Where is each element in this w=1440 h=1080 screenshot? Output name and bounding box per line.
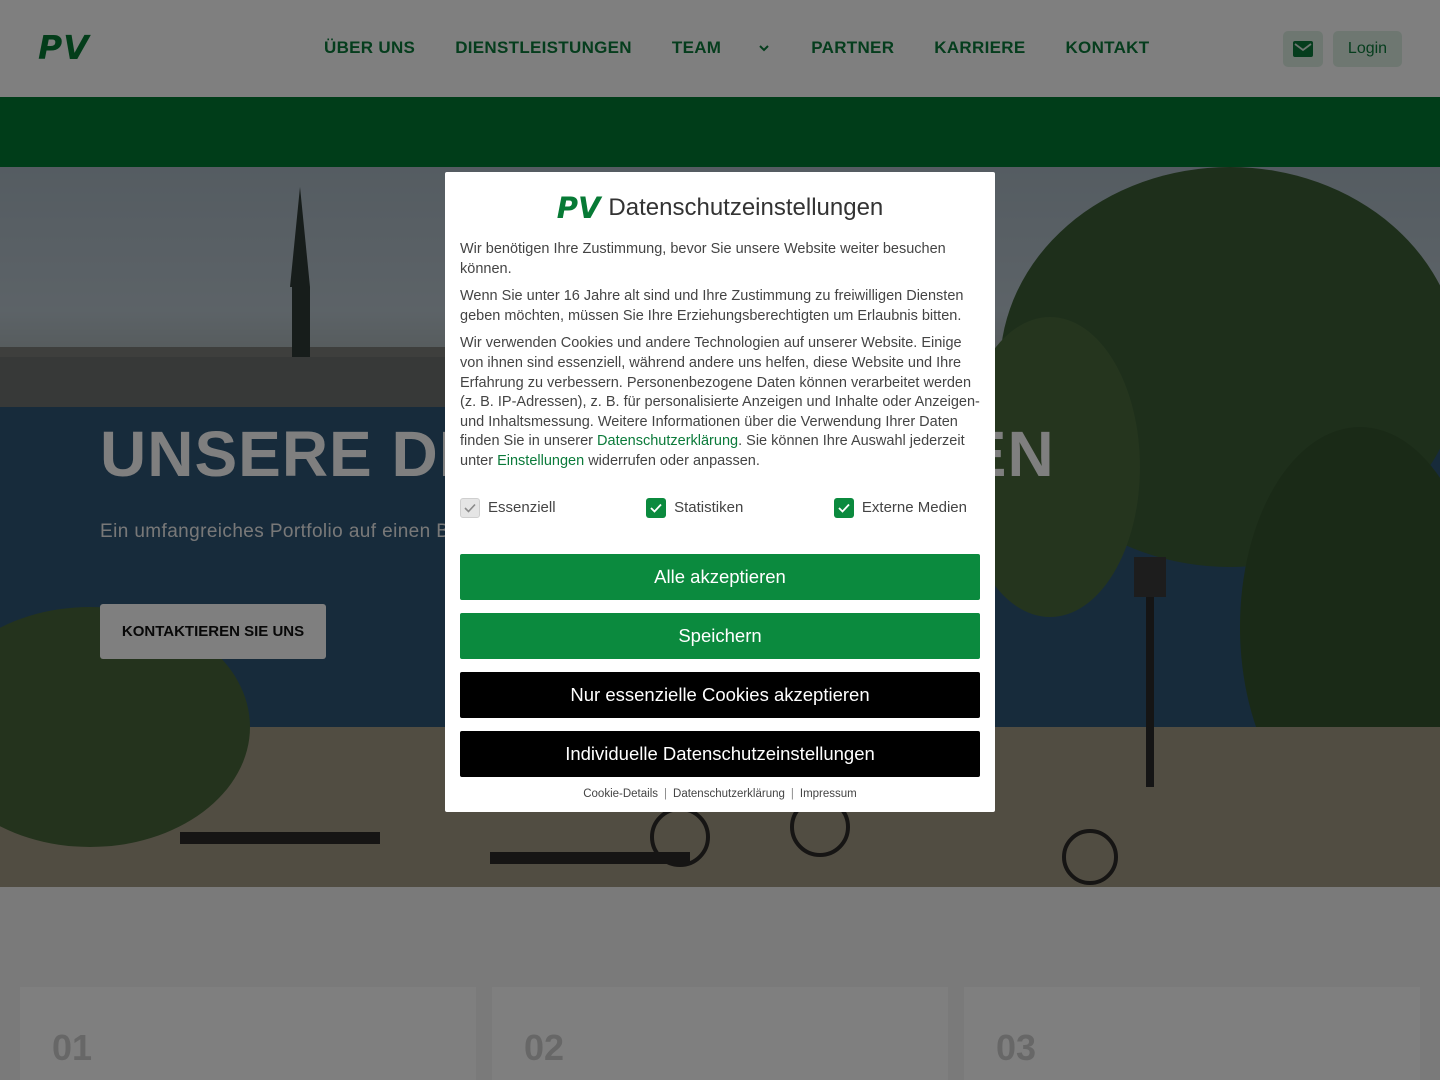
checkbox-statistics-box[interactable]	[646, 497, 667, 518]
individual-settings-button[interactable]: Individuelle Datenschutzeinstellungen	[460, 730, 980, 777]
checkbox-statistics-label: Statistiken	[674, 499, 744, 517]
checkmark-icon	[650, 503, 662, 513]
checkbox-external-media[interactable]: Externe Medien	[833, 497, 967, 518]
cookie-details-link[interactable]: Cookie-Details	[583, 788, 658, 800]
accept-all-button[interactable]: Alle akzeptieren	[460, 553, 980, 600]
checkbox-statistics[interactable]: Statistiken	[646, 497, 744, 518]
footer-privacy-policy-link[interactable]: Datenschutzerklärung	[673, 788, 785, 800]
link-separator: |	[790, 787, 794, 800]
privacy-settings-dialog: PV Datenschutzeinstellungen Wir benötige…	[445, 172, 995, 812]
settings-link[interactable]: Einstellungen	[497, 453, 584, 469]
checkmark-icon	[838, 503, 850, 513]
dialog-header: PV Datenschutzeinstellungen	[460, 190, 980, 226]
imprint-link[interactable]: Impressum	[800, 788, 857, 800]
checkmark-icon	[464, 503, 476, 513]
consent-categories: Essenziell Statistiken Externe Medien	[460, 497, 980, 518]
consent-paragraph-2: Wenn Sie unter 16 Jahre alt sind und Ihr…	[460, 288, 964, 324]
dialog-title: Datenschutzeinstellungen	[608, 194, 884, 221]
dialog-logo: PV	[556, 191, 601, 225]
consent-paragraph-3: Wir verwenden Cookies und andere Technol…	[460, 334, 980, 471]
link-separator: |	[664, 787, 668, 800]
dialog-footer-links: Cookie-Details | Datenschutzerklärung | …	[460, 788, 980, 800]
accept-essential-only-button[interactable]: Nur essenzielle Cookies akzeptieren	[460, 671, 980, 718]
save-button[interactable]: Speichern	[460, 612, 980, 659]
consent-paragraph-3-text-c: widerrufen oder anpassen.	[584, 452, 760, 469]
checkbox-essential[interactable]: Essenziell	[460, 497, 556, 518]
checkbox-essential-label: Essenziell	[488, 499, 556, 517]
privacy-policy-link[interactable]: Datenschutzerklärung	[597, 433, 738, 449]
checkbox-external-media-box[interactable]	[833, 497, 854, 518]
checkbox-essential-box[interactable]	[460, 497, 480, 518]
checkbox-external-media-label: Externe Medien	[861, 499, 967, 517]
consent-paragraph-1: Wir benötigen Ihre Zustimmung, bevor Sie…	[460, 241, 946, 277]
